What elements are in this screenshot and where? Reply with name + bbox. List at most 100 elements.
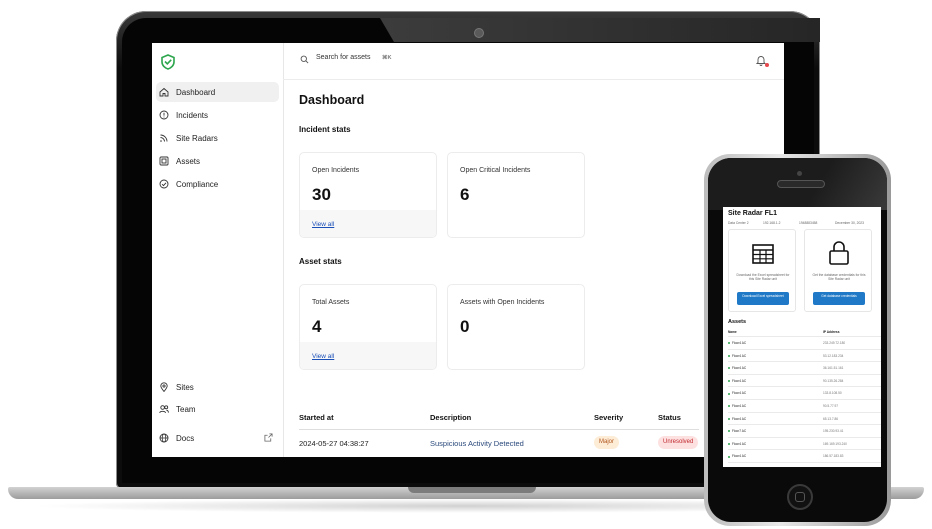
asset-name-text: Floor4 AC	[732, 404, 747, 408]
row-divider	[728, 411, 881, 413]
card-label: Assets with Open Incidents	[460, 299, 545, 306]
status-dot	[728, 417, 730, 420]
status-dot	[728, 392, 730, 395]
open-critical-incidents-card: Open Critical Incidents 6	[447, 152, 585, 238]
asset-name-text: Floor7 AC	[732, 429, 747, 434]
row-divider	[728, 348, 881, 350]
asset-name[interactable]: Floor4 AC	[728, 391, 746, 395]
phone-screen: Site Radar FL1 Data Center 2 192.168.1.2…	[723, 207, 881, 467]
asset-name[interactable]: Floor4 AC	[728, 379, 746, 383]
asset-ip: 65.13.7.86	[823, 416, 839, 421]
phone-camera	[797, 171, 802, 176]
search-shortcut: ⌘K	[382, 55, 392, 61]
card-description: Get the database credentials for this Si…	[812, 273, 866, 282]
sidebar-item-docs[interactable]: Docs	[156, 428, 279, 448]
page-title: Dashboard	[299, 93, 365, 107]
asset-stats-heading: Asset stats	[299, 257, 342, 266]
meta-serial: 1948883458	[799, 221, 818, 225]
asset-name[interactable]: Floor4 AC	[728, 366, 746, 370]
assets-with-open-incidents-card: Assets with Open Incidents 0	[447, 284, 585, 370]
asset-name-text: Floor4 AC	[732, 341, 747, 345]
asset-name[interactable]: Floor4 AC	[728, 341, 746, 345]
view-all-link[interactable]: View all	[312, 221, 334, 228]
top-bar: Search for assets ⌘K	[283, 43, 784, 80]
row-divider	[728, 398, 881, 400]
asset-name-text: Floor4 AC	[732, 391, 747, 396]
sidebar-item-site-radars[interactable]: Site Radars	[156, 128, 279, 148]
asset-ip: 169.169.193.240	[823, 441, 847, 446]
sidebar-item-dashboard[interactable]: Dashboard	[156, 82, 279, 102]
asset-name[interactable]: Floor4 AC	[728, 417, 746, 421]
column-header-name[interactable]: Name	[728, 330, 737, 334]
alert-circle-icon	[159, 110, 169, 120]
asset-ip: 233.249.72.180	[823, 341, 846, 345]
sidebar-item-incidents[interactable]: Incidents	[156, 105, 279, 125]
site-radar-title: Site Radar FL1	[728, 210, 778, 217]
sidebar-item-label: Incidents	[176, 110, 209, 120]
globe-icon	[159, 433, 169, 443]
asset-name[interactable]: Floor4 AC	[728, 354, 746, 358]
status-badge: Unresolved	[658, 436, 699, 449]
row-divider	[728, 373, 881, 375]
laptop-bezel-shine	[380, 18, 820, 42]
search-input[interactable]: Search for assets	[316, 54, 370, 61]
database-credentials-card: Get the database credentials for this Si…	[804, 229, 872, 312]
incident-description[interactable]: Suspicious Activity Detected	[430, 439, 524, 448]
status-dot	[728, 455, 730, 458]
card-label: Total Assets	[312, 299, 350, 306]
row-divider	[728, 436, 881, 438]
asset-name[interactable]: Floor4 AC	[728, 454, 746, 458]
sidebar-item-sites[interactable]: Sites	[156, 377, 279, 397]
card-label: Open Critical Incidents	[460, 167, 531, 174]
asset-name-text: Floor4 AC	[732, 366, 747, 371]
incident-started-at: 2024-05-27 04:38:27	[299, 439, 369, 448]
asset-name-text: Floor4 AC	[732, 353, 747, 358]
row-divider	[728, 386, 881, 388]
asset-ip: 90.5.77.97	[823, 404, 839, 408]
sidebar-item-label: Assets	[176, 156, 201, 166]
column-header-status[interactable]: Status	[658, 413, 681, 422]
sidebar-item-label: Site Radars	[176, 133, 218, 143]
column-header-ip[interactable]: IP Address	[823, 330, 839, 334]
column-header-severity[interactable]: Severity	[594, 413, 623, 422]
status-dot	[728, 442, 730, 445]
sidebar-item-compliance[interactable]: Compliance	[156, 174, 279, 194]
asset-name[interactable]: Floor4 AC	[728, 442, 746, 446]
column-header-description[interactable]: Description	[430, 413, 471, 422]
lock-icon	[829, 241, 849, 265]
asset-ip: 36.161.51.161	[823, 366, 844, 371]
status-dot	[728, 354, 730, 357]
table-icon	[752, 244, 774, 264]
table-divider	[728, 336, 881, 337]
sidebar-item-label: Compliance	[176, 179, 219, 189]
sidebar-item-team[interactable]: Team	[156, 399, 279, 419]
location-pin-icon	[159, 382, 169, 392]
download-excel-button[interactable]: Download Excel spreadsheet	[737, 292, 789, 305]
column-header-started-at[interactable]: Started at	[299, 413, 334, 422]
asset-name-text: Floor4 AC	[732, 441, 747, 446]
card-value: 30	[312, 185, 331, 204]
asset-ip: 53.12.183.234	[823, 353, 844, 358]
card-value: 0	[460, 317, 470, 336]
sidebar-item-label: Docs	[176, 433, 195, 443]
status-dot	[728, 342, 730, 345]
asset-ip: 195.230.93.41	[823, 429, 844, 434]
home-button-square	[795, 492, 805, 502]
notification-dot	[765, 63, 769, 67]
asset-name[interactable]: Floor4 AC	[728, 404, 746, 408]
laptop-screen: Dashboard Incidents Site Radars Assets C…	[152, 43, 784, 457]
open-incidents-card: Open Incidents 30 View all	[299, 152, 437, 238]
check-circle-icon	[159, 179, 169, 189]
status-dot	[728, 405, 730, 408]
get-credentials-button[interactable]: Get database credentials	[813, 292, 865, 305]
view-all-link[interactable]: View all	[312, 353, 334, 360]
sidebar-item-assets[interactable]: Assets	[156, 151, 279, 171]
asset-name[interactable]: Floor7 AC	[728, 429, 746, 433]
users-icon	[159, 404, 169, 414]
total-assets-card: Total Assets 4 View all	[299, 284, 437, 370]
asset-name-text: Floor4 AC	[732, 416, 747, 421]
card-label: Open Incidents	[312, 167, 360, 174]
external-link-icon[interactable]	[264, 433, 273, 442]
asset-name-text: Floor4 AC	[732, 378, 747, 383]
laptop-notch	[408, 487, 536, 493]
